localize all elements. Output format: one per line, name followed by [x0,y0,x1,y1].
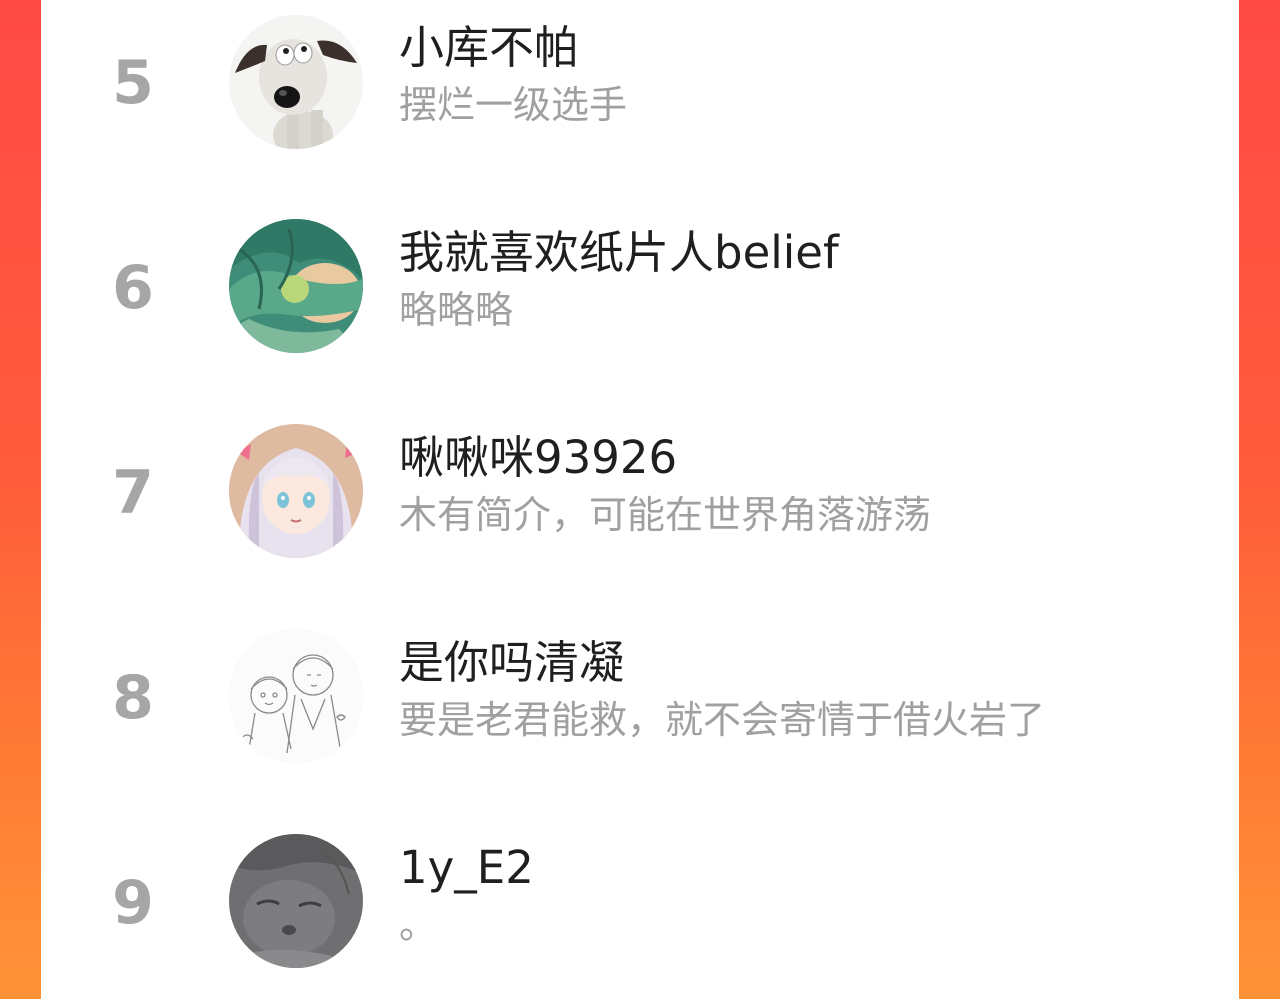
avatar[interactable] [229,834,363,968]
rank-number: 7 [112,458,154,528]
cartoon-dog-avatar-icon [229,15,363,149]
sketch-drawing-avatar-icon [229,629,363,763]
list-item[interactable]: 5 小库不帕 摆烂一级选手 [41,5,1239,155]
rank-number: 8 [112,663,154,733]
user-bio: 略略略 [399,288,514,332]
avatar[interactable] [229,219,363,353]
user-name[interactable]: 1y_E2 [399,841,534,895]
list-item[interactable]: 9 1y_E2 。 [41,825,1239,975]
grey-cat-avatar-icon [229,834,363,968]
user-bio: 摆烂一级选手 [399,83,628,127]
avatar[interactable] [229,629,363,763]
user-name[interactable]: 我就喜欢纸片人belief [399,226,839,280]
anime-green-hair-avatar-icon [229,219,363,353]
anime-girl-avatar-icon [229,424,363,558]
avatar[interactable] [229,15,363,149]
user-name[interactable]: 是你吗清凝 [399,636,624,690]
avatar[interactable] [229,424,363,558]
rank-number: 6 [112,253,154,323]
ranking-list: 5 小库不帕 摆烂一级选手 6 我就喜欢纸片人belief 略略略 7 啾啾咪9… [41,0,1239,999]
rank-number: 5 [112,48,154,118]
user-name[interactable]: 小库不帕 [399,21,579,75]
list-item[interactable]: 8 是你吗清凝 要是老君能救，就不会寄情于借火岩了 [41,620,1239,770]
user-bio: 要是老君能救，就不会寄情于借火岩了 [399,698,1046,742]
user-bio: 木有简介，可能在世界角落游荡 [399,493,932,537]
list-item[interactable]: 6 我就喜欢纸片人belief 略略略 [41,210,1239,360]
user-name[interactable]: 啾啾咪93926 [399,431,677,485]
user-bio: 。 [399,903,438,947]
list-item[interactable]: 7 啾啾咪93926 木有简介，可能在世界角落游荡 [41,415,1239,565]
rank-number: 9 [112,868,154,938]
